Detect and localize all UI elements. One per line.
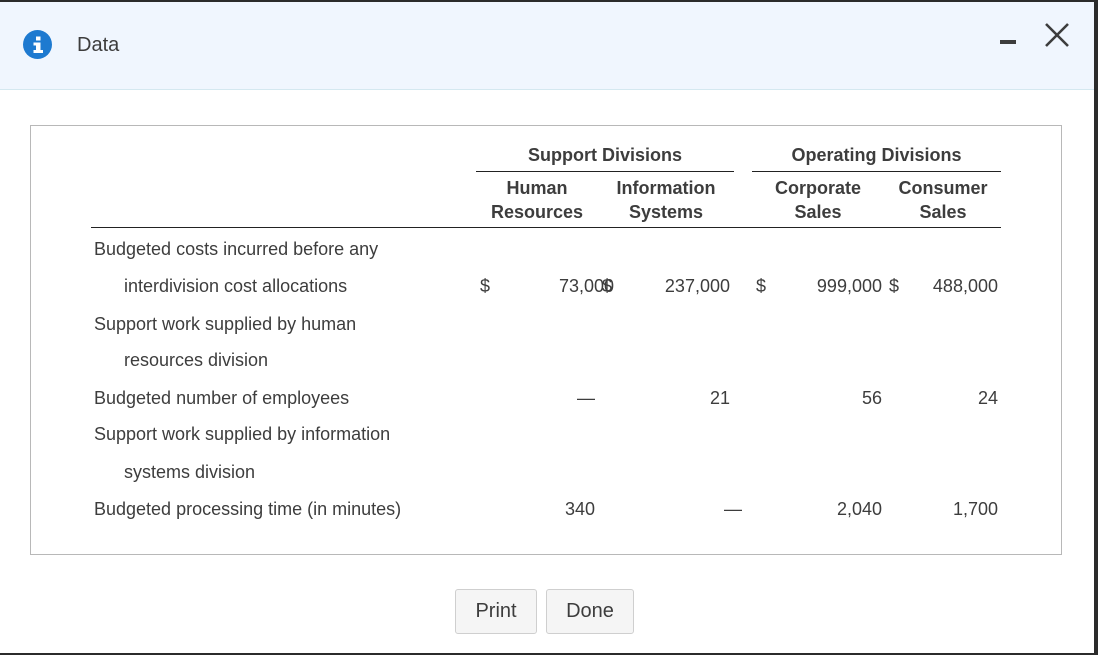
row-label: Support work supplied by information (94, 424, 391, 444)
row-label: resources division (124, 350, 269, 370)
column-header-line: Human (506, 178, 568, 198)
cell-is-processing-time: — (724, 499, 742, 519)
print-button[interactable]: Print (455, 589, 537, 634)
column-header-line: Information (616, 178, 716, 198)
column-header-consumer-sales: Consumer Sales (884, 176, 1002, 224)
column-header-line: Sales (794, 202, 842, 222)
currency-symbol: $ (889, 276, 900, 296)
group-underline (476, 171, 734, 172)
header-rule (91, 227, 1001, 228)
cell-corporate-costs: 999,000 (816, 276, 882, 296)
info-icon (23, 30, 52, 59)
row-label: systems division (124, 462, 256, 482)
cell-consumer-costs: 488,000 (932, 276, 998, 296)
data-table: Support Divisions Operating Divisions Hu… (30, 125, 1062, 555)
minimize-icon (1000, 40, 1016, 44)
cell-consumer-employees: 24 (977, 388, 998, 408)
cell-consumer-processing-time: 1,700 (952, 499, 998, 519)
row-label: Budgeted processing time (in minutes) (94, 499, 402, 519)
column-header-line: Sales (919, 202, 967, 222)
close-icon (1045, 23, 1069, 47)
currency-symbol: $ (602, 276, 613, 296)
cell-hr-employees: — (577, 388, 595, 408)
group-header-support-divisions: Support Divisions (527, 145, 682, 165)
row-label: interdivision cost allocations (124, 276, 348, 296)
minimize-button[interactable] (996, 28, 1020, 52)
row-label: Support work supplied by human (94, 314, 357, 334)
close-button[interactable] (1040, 18, 1074, 52)
data-dialog: Data Support Divisions Operating Divisio… (0, 0, 1098, 655)
row-label: Budgeted number of employees (94, 388, 350, 408)
column-header-line: Corporate (774, 178, 861, 198)
group-header-operating-divisions: Operating Divisions (791, 145, 962, 165)
cell-corporate-employees: 56 (861, 388, 882, 408)
column-header-corporate-sales: Corporate Sales (759, 176, 877, 224)
done-button[interactable]: Done (546, 589, 634, 634)
dialog-title: Data (77, 34, 120, 56)
column-header-line: Resources (490, 202, 584, 222)
cell-is-employees: 21 (709, 388, 730, 408)
column-header-line: Consumer (898, 178, 988, 198)
currency-symbol: $ (756, 276, 767, 296)
cell-hr-processing-time: 340 (564, 499, 595, 519)
dialog-header: Data (0, 2, 1094, 90)
group-underline (752, 171, 1001, 172)
currency-symbol: $ (480, 276, 491, 296)
column-header-line: Systems (628, 202, 704, 222)
cell-is-costs: 237,000 (664, 276, 730, 296)
column-header-information-systems: Information Systems (603, 176, 729, 224)
row-label: Budgeted costs incurred before any (94, 239, 379, 259)
cell-corporate-processing-time: 2,040 (836, 499, 882, 519)
column-header-human-resources: Human Resources (476, 176, 598, 224)
